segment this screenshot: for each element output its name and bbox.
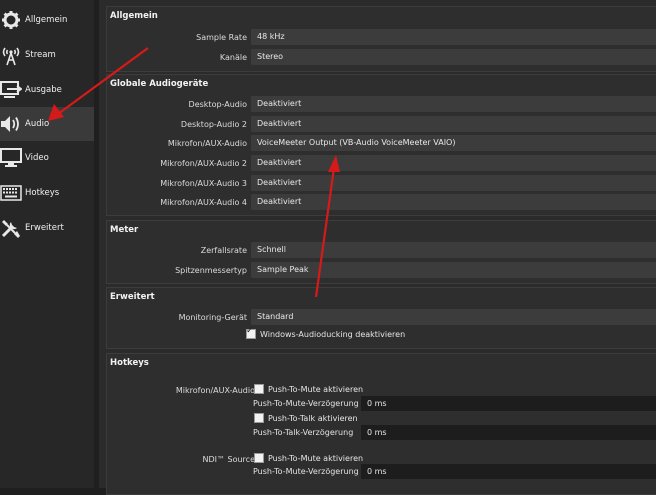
group-title: Meter xyxy=(110,225,139,235)
push-to-talk-delay-value: 0 ms xyxy=(367,428,387,437)
decay-rate-select[interactable]: Schnell xyxy=(251,242,656,258)
group-hotkeys: Hotkeys Mikrofon/AUX-Audio Push-To-Mute … xyxy=(106,353,656,495)
group-meter: Meter Zerfallsrate Schnell Spitzenmesser… xyxy=(106,220,656,284)
mic-aux-3-select[interactable]: Deaktiviert xyxy=(251,175,656,191)
push-to-talk-label: Push-To-Talk aktivieren xyxy=(268,413,358,423)
device-label-mic-aux-3: Mikrofon/AUX-Audio 3 xyxy=(160,179,247,188)
mic-aux-value: VoiceMeeter Output (VB-Audio VoiceMeeter… xyxy=(257,138,456,147)
peak-meter-type-select[interactable]: Sample Peak xyxy=(251,262,656,278)
ndi-push-to-mute-label: Push-To-Mute aktivieren xyxy=(268,453,364,463)
sidebar-item-allgemein[interactable]: Allgemein xyxy=(0,3,94,37)
sidebar-item-audio[interactable]: Audio xyxy=(0,107,94,141)
mic-aux-3-value: Deaktiviert xyxy=(257,178,302,187)
device-label-desktop-audio: Desktop-Audio xyxy=(188,100,247,109)
sidebar-item-stream[interactable]: Stream xyxy=(0,38,94,72)
device-label-desktop-audio-2: Desktop-Audio 2 xyxy=(180,120,247,129)
device-label-mic-aux-4: Mikrofon/AUX-Audio 4 xyxy=(160,198,247,207)
decay-rate-label: Zerfallsrate xyxy=(200,246,247,255)
channels-value: Stereo xyxy=(257,52,284,61)
checkbox-icon[interactable] xyxy=(254,453,264,463)
group-allgemein: Allgemein Sample Rate 48 kHz Kanäle Ster… xyxy=(106,6,656,72)
mic-aux-4-select[interactable]: Deaktiviert xyxy=(251,194,656,210)
sidebar-item-label: Ausgabe xyxy=(25,85,62,95)
push-to-mute-delay-value: 0 ms xyxy=(367,399,387,408)
ndi-push-to-mute-delay-input[interactable]: 0 ms xyxy=(361,464,656,479)
sample-rate-value: 48 kHz xyxy=(257,32,285,41)
desktop-audio-2-value: Deaktiviert xyxy=(257,119,302,128)
monitoring-device-label: Monitoring-Gerät xyxy=(178,313,247,322)
sidebar-item-ausgabe[interactable]: Ausgabe xyxy=(0,73,94,107)
output-icon xyxy=(0,79,22,101)
hotkey-source-mic-aux: Mikrofon/AUX-Audio xyxy=(175,386,255,395)
mic-push-to-talk-checkbox[interactable]: Push-To-Talk aktivieren xyxy=(254,413,358,423)
checkbox-checked-icon[interactable] xyxy=(246,326,256,339)
antenna-icon xyxy=(0,44,22,66)
speaker-icon xyxy=(0,113,22,135)
push-to-mute-label: Push-To-Mute aktivieren xyxy=(268,384,364,394)
ndi-push-to-mute-delay-value: 0 ms xyxy=(367,467,387,476)
keyboard-icon xyxy=(0,182,22,204)
tools-icon xyxy=(0,217,22,239)
sidebar-item-label: Hotkeys xyxy=(25,188,60,198)
sample-rate-select[interactable]: 48 kHz xyxy=(251,29,656,45)
mic-aux-2-select[interactable]: Deaktiviert xyxy=(251,155,656,171)
group-global-audio-devices: Globale Audiogeräte Desktop-Audio Deakti… xyxy=(106,74,656,216)
audio-settings-panel: Allgemein Sample Rate 48 kHz Kanäle Ster… xyxy=(99,0,656,495)
group-advanced: Erweitert Monitoring-Gerät Standard Wind… xyxy=(106,287,656,349)
audio-ducking-label: Windows-Audioducking deaktivieren xyxy=(260,329,406,339)
monitoring-device-select[interactable]: Standard xyxy=(251,309,656,325)
peak-meter-type-value: Sample Peak xyxy=(257,265,309,274)
device-label-mic-aux: Mikrofon/AUX-Audio xyxy=(167,139,247,148)
settings-sidebar: Allgemein Stream Ausgabe Audio Video Hot… xyxy=(0,0,94,488)
push-to-talk-delay-label: Push-To-Talk-Verzögerung xyxy=(253,428,354,437)
sidebar-item-hotkeys[interactable]: Hotkeys xyxy=(0,176,94,210)
mic-aux-select[interactable]: VoiceMeeter Output (VB-Audio VoiceMeeter… xyxy=(251,135,656,151)
push-to-mute-delay-label: Push-To-Mute-Verzögerung xyxy=(253,399,359,408)
mic-aux-2-value: Deaktiviert xyxy=(257,158,302,167)
push-to-mute-delay-input[interactable]: 0 ms xyxy=(361,396,656,411)
audio-ducking-checkbox[interactable]: Windows-Audioducking deaktivieren xyxy=(246,326,406,339)
sidebar-item-label: Stream xyxy=(25,50,56,60)
sidebar-item-video[interactable]: Video xyxy=(0,141,94,175)
sidebar-item-label: Allgemein xyxy=(25,15,68,25)
group-title: Erweitert xyxy=(110,292,155,302)
desktop-audio-select[interactable]: Deaktiviert xyxy=(251,96,656,112)
ndi-push-to-mute-delay-label: Push-To-Mute-Verzögerung xyxy=(253,467,359,476)
sidebar-item-label: Video xyxy=(25,153,49,163)
decay-rate-value: Schnell xyxy=(257,245,286,254)
desktop-audio-value: Deaktiviert xyxy=(257,99,302,108)
group-title: Hotkeys xyxy=(110,358,149,368)
sidebar-item-erweitert[interactable]: Erweitert xyxy=(0,211,94,245)
group-title: Allgemein xyxy=(110,11,158,21)
monitor-icon xyxy=(0,147,22,169)
sidebar-item-label: Erweitert xyxy=(25,223,64,233)
gear-icon xyxy=(0,9,22,31)
channels-label: Kanäle xyxy=(219,53,247,62)
peak-meter-type-label: Spitzenmessertyp xyxy=(175,266,247,275)
channels-select[interactable]: Stereo xyxy=(251,49,656,65)
monitoring-device-value: Standard xyxy=(257,312,294,321)
sample-rate-label: Sample Rate xyxy=(196,33,247,42)
push-to-talk-delay-input[interactable]: 0 ms xyxy=(361,425,656,440)
desktop-audio-2-select[interactable]: Deaktiviert xyxy=(251,116,656,132)
checkbox-icon[interactable] xyxy=(254,413,264,423)
mic-push-to-mute-checkbox[interactable]: Push-To-Mute aktivieren xyxy=(254,384,363,394)
hotkey-source-ndi: NDI™ Source xyxy=(202,455,255,464)
group-title: Globale Audiogeräte xyxy=(110,79,209,89)
ndi-push-to-mute-checkbox[interactable]: Push-To-Mute aktivieren xyxy=(254,453,363,463)
checkbox-icon[interactable] xyxy=(254,384,264,394)
sidebar-item-label: Audio xyxy=(25,119,50,129)
device-label-mic-aux-2: Mikrofon/AUX-Audio 2 xyxy=(160,159,247,168)
mic-aux-4-value: Deaktiviert xyxy=(257,197,302,206)
